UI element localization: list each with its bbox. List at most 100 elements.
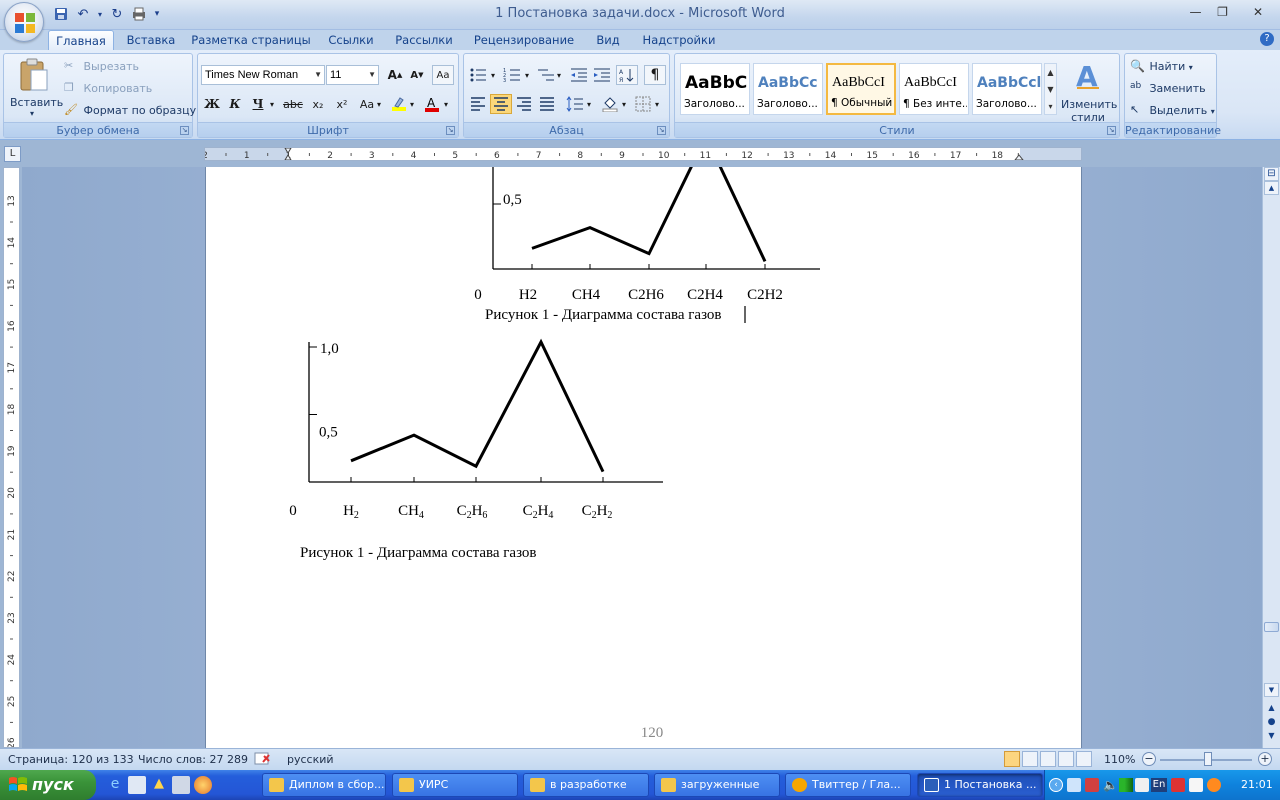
vertical-scrollbar[interactable]: ⊟ ▲ ▼ ▲ ● ▼	[1262, 167, 1280, 748]
bold-button[interactable]: Ж	[201, 94, 223, 114]
drive-icon[interactable]: ▲	[150, 776, 168, 794]
app-tray-icon[interactable]	[1171, 778, 1185, 792]
horizontal-ruler[interactable]: 21123456789101112131415161718	[202, 147, 1082, 161]
style-heading-3[interactable]: AaBbCcl Заголово...	[972, 63, 1042, 115]
replace-button[interactable]: ab Заменить	[1130, 81, 1206, 97]
help-icon[interactable]: ?	[1260, 32, 1274, 46]
taskbar-item-diploma[interactable]: Диплом в сбор...	[262, 773, 386, 797]
taskbar-item-uirs[interactable]: УИРС	[392, 773, 518, 797]
minimize-button[interactable]: —	[1182, 0, 1209, 24]
browse-object-icon[interactable]: ●	[1264, 716, 1279, 730]
line-spacing-button[interactable]	[564, 94, 586, 114]
paragraph-launcher-icon[interactable]: ↘	[657, 126, 666, 135]
firefox-icon[interactable]	[194, 776, 212, 794]
subscript-button[interactable]: x₂	[307, 94, 329, 114]
highlight-dropdown-icon[interactable]: ▾	[407, 94, 417, 114]
page-counter[interactable]: Страница: 120 из 133	[8, 753, 134, 766]
keyboard-layout[interactable]: En	[1151, 778, 1167, 792]
taskbar-item-word[interactable]: 1 Постановка ...	[917, 773, 1043, 797]
align-left-button[interactable]	[467, 94, 489, 114]
align-center-button[interactable]	[490, 94, 512, 114]
antivirus-icon[interactable]	[1135, 778, 1149, 792]
numbering-dropdown-icon[interactable]: ▾	[522, 65, 532, 85]
cut-button[interactable]: ✂ Вырезать	[64, 59, 139, 75]
document-area[interactable]: 0,5 0 H2 CH4 C2H6 C2H4 C2H2 Рисунок 1 - Диаграм…	[22, 167, 1262, 748]
grow-font-button[interactable]: A ▲	[384, 65, 406, 85]
zoom-out-icon[interactable]: −	[1142, 752, 1156, 766]
vertical-ruler[interactable]: 13 14 15 16 17 18 19 20 21 22 23 24 25 26	[3, 167, 20, 765]
tray-expand-icon[interactable]: ‹	[1049, 778, 1063, 792]
next-page-icon[interactable]: ▼	[1264, 730, 1279, 744]
multilevel-dropdown-icon[interactable]: ▾	[554, 65, 564, 85]
word-count[interactable]: Число слов: 27 289	[138, 753, 248, 766]
style-heading-1[interactable]: AaBbC Заголово...	[680, 63, 750, 115]
page[interactable]: 0,5 0 H2 CH4 C2H6 C2H4 C2H2 Рисунок 1 - Диаграм…	[205, 167, 1082, 748]
find-button[interactable]: 🔍 Найти ▾	[1130, 59, 1193, 75]
tab-mailings[interactable]: Рассылки	[388, 30, 460, 50]
web-layout-view-icon[interactable]	[1040, 751, 1056, 767]
prev-page-icon[interactable]: ▲	[1264, 702, 1279, 716]
start-button[interactable]: пуск	[0, 770, 96, 800]
ie-icon[interactable]: e	[106, 776, 124, 794]
font-launcher-icon[interactable]: ↘	[446, 126, 455, 135]
app-icon[interactable]	[172, 776, 190, 794]
italic-button[interactable]: К	[224, 94, 246, 114]
format-painter-button[interactable]: 🖌 Формат по образцу	[64, 103, 196, 119]
decrease-indent-button[interactable]	[568, 65, 590, 85]
change-styles-button[interactable]: A Изменить стили	[1059, 58, 1117, 124]
superscript-button[interactable]: x²	[331, 94, 353, 114]
case-dropdown-icon[interactable]: ▾	[374, 94, 384, 114]
tab-addins[interactable]: Надстройки	[636, 30, 722, 50]
taskbar-item-twitter[interactable]: Твиттер / Гла...	[785, 773, 911, 797]
tab-page-layout[interactable]: Разметка страницы	[190, 30, 312, 50]
scroll-up-icon[interactable]: ▲	[1264, 181, 1279, 195]
shading-button[interactable]	[599, 94, 621, 114]
numbering-button[interactable]: 123	[501, 65, 523, 85]
clock[interactable]: 21:01	[1241, 778, 1273, 791]
bullets-button[interactable]	[467, 65, 489, 85]
show-desktop-icon[interactable]	[128, 776, 146, 794]
language-indicator[interactable]: русский	[287, 753, 334, 766]
strikethrough-button[interactable]: abc	[282, 94, 304, 114]
paste-button[interactable]: Вставить ▾	[8, 56, 63, 120]
copy-button[interactable]: ❐ Копировать	[64, 81, 152, 97]
volume-icon[interactable]: 🔈	[1103, 778, 1118, 792]
tab-selector-button[interactable]: L	[4, 146, 21, 162]
borders-dropdown-icon[interactable]: ▾	[652, 94, 662, 114]
clipboard-launcher-icon[interactable]: ↘	[180, 126, 189, 135]
borders-button[interactable]	[632, 94, 654, 114]
scrollbar-thumb[interactable]	[1264, 622, 1279, 632]
scroll-down-icon[interactable]: ▼	[1264, 683, 1279, 697]
print-layout-view-icon[interactable]	[1004, 751, 1020, 767]
justify-button[interactable]	[536, 94, 558, 114]
underline-dropdown-icon[interactable]: ▾	[266, 94, 278, 114]
bullets-dropdown-icon[interactable]: ▾	[488, 65, 498, 85]
show-marks-button[interactable]: ¶	[644, 65, 666, 85]
tab-review[interactable]: Рецензирование	[468, 30, 580, 50]
close-button[interactable]: ✕	[1236, 0, 1280, 24]
signal-icon[interactable]	[1119, 778, 1133, 792]
security-icon[interactable]	[1085, 778, 1099, 792]
taskbar-item-in-dev[interactable]: в разработке	[523, 773, 649, 797]
maximize-button[interactable]: ❐	[1209, 0, 1236, 24]
tab-home[interactable]: Главная	[48, 30, 114, 50]
clear-format-button[interactable]: Aa	[432, 65, 454, 85]
font-size-combo[interactable]: 11 ▼	[326, 65, 379, 85]
style-no-spacing[interactable]: AaBbCcI ¶ Без инте...	[899, 63, 969, 115]
shading-dropdown-icon[interactable]: ▾	[619, 94, 629, 114]
style-normal[interactable]: AaBbCcI ¶ Обычный	[826, 63, 896, 115]
paste-dropdown-icon[interactable]: ▾	[30, 109, 34, 118]
line-spacing-dropdown-icon[interactable]: ▾	[584, 94, 594, 114]
full-screen-view-icon[interactable]	[1022, 751, 1038, 767]
font-color-button[interactable]: A	[421, 94, 443, 114]
network-icon[interactable]	[1067, 778, 1081, 792]
ruler-toggle-icon[interactable]: ⊟	[1264, 167, 1279, 181]
align-right-button[interactable]	[513, 94, 535, 114]
zoom-slider-thumb[interactable]	[1204, 752, 1212, 766]
styles-gallery-scroll[interactable]: ▲ ▼ ▾	[1044, 63, 1057, 115]
zoom-in-icon[interactable]: +	[1258, 752, 1272, 766]
outline-view-icon[interactable]	[1058, 751, 1074, 767]
spellcheck-icon[interactable]	[254, 751, 272, 770]
office-button[interactable]	[4, 2, 44, 42]
tab-insert[interactable]: Вставка	[120, 30, 182, 50]
